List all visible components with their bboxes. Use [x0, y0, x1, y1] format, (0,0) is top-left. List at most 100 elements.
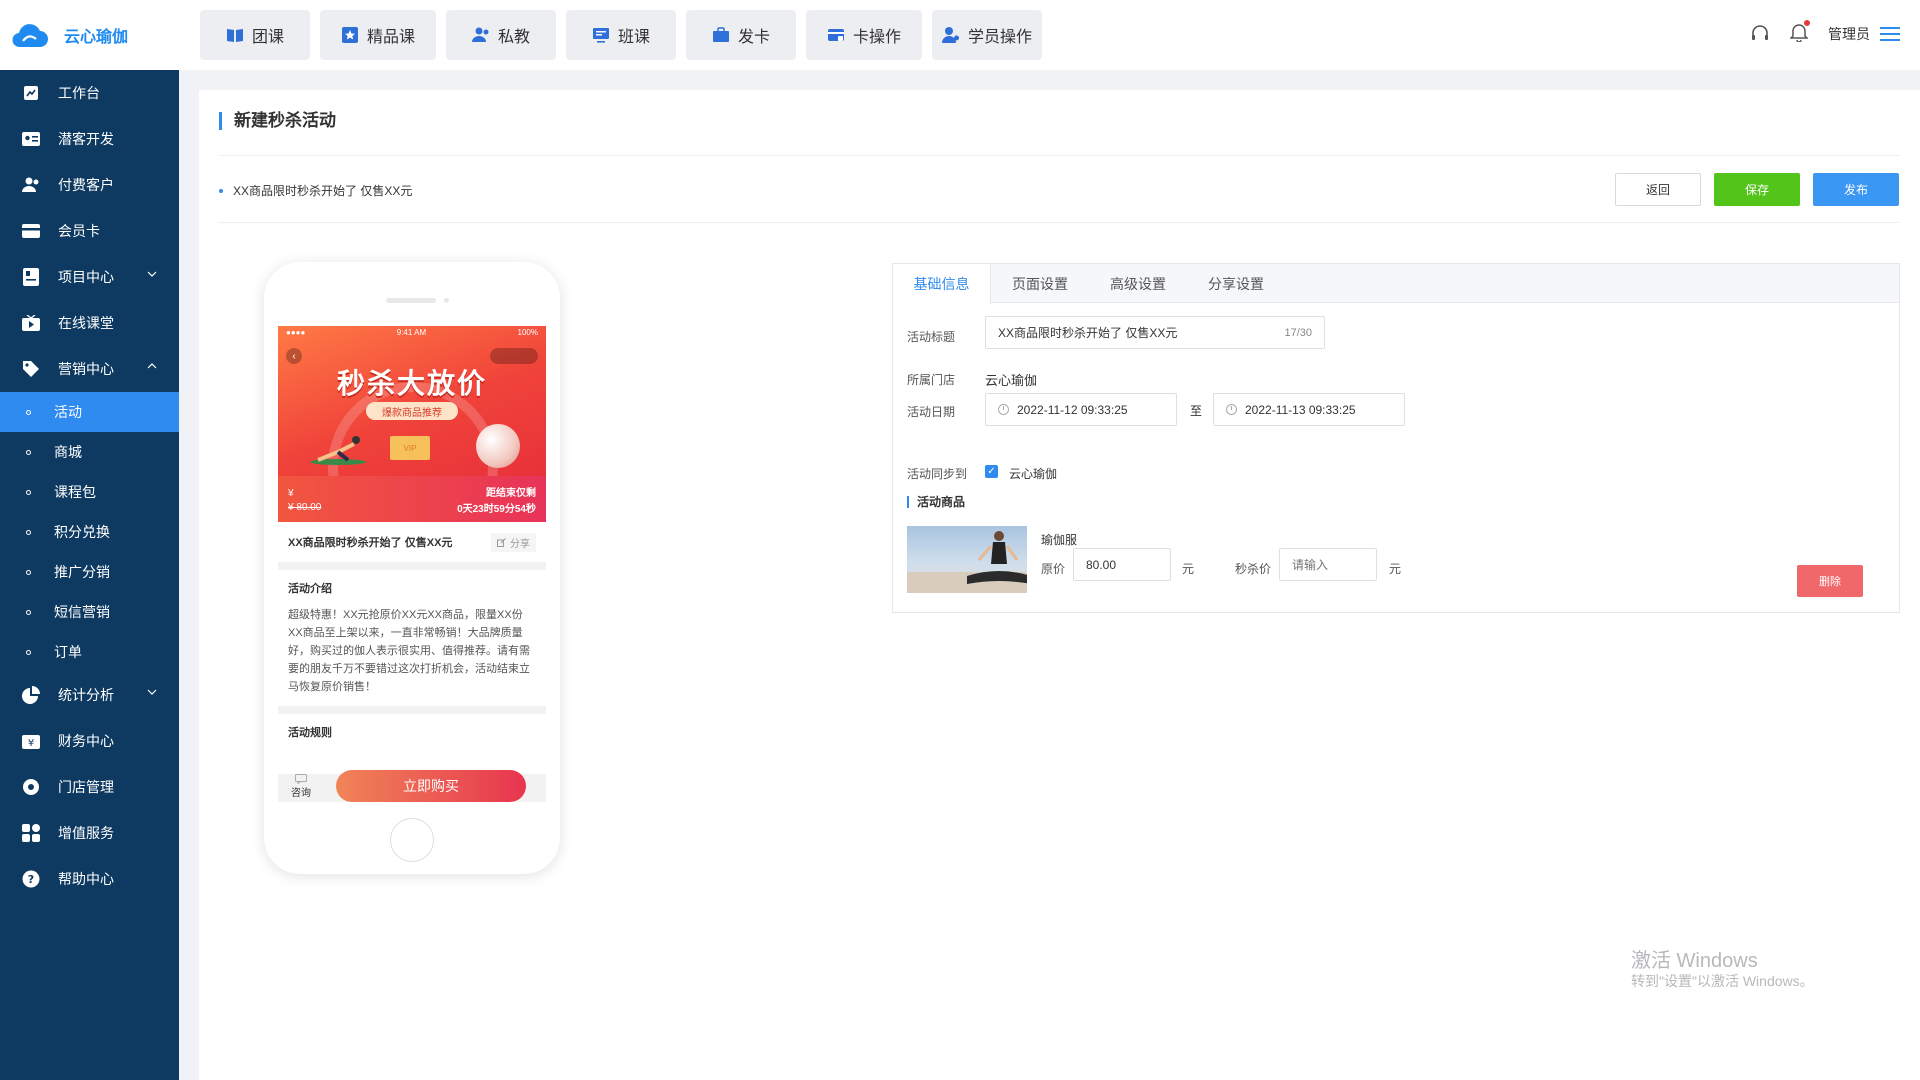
tab-page-settings[interactable]: 页面设置	[991, 264, 1089, 303]
activity-form: 基础信息 页面设置 高级设置 分享设置 活动标题 XX商品限时秒杀开始了 仅售X…	[892, 263, 1900, 613]
member-card-icon	[22, 222, 40, 240]
end-date-picker[interactable]: 2022-11-13 09:33:25	[1213, 393, 1405, 426]
header-actions: 管理员	[1750, 20, 1900, 45]
start-date-picker[interactable]: 2022-11-12 09:33:25	[985, 393, 1177, 426]
tab-advanced-settings[interactable]: 高级设置	[1089, 264, 1187, 303]
sidebar-subitem-orders[interactable]: 订单	[0, 632, 179, 672]
monitor-icon	[592, 28, 609, 43]
sync-checkbox[interactable]: ✓	[985, 465, 998, 478]
chevron-down-icon	[147, 689, 157, 695]
briefcase-icon	[712, 27, 729, 42]
publish-button[interactable]: 发布	[1813, 173, 1899, 206]
sidebar-item-statistics[interactable]: 统计分析	[0, 672, 179, 718]
sidebar-item-member-card[interactable]: 会员卡	[0, 208, 179, 254]
sidebar-item-prospect[interactable]: 潜客开发	[0, 116, 179, 162]
sidebar-subitem-label: 活动	[54, 404, 82, 420]
topnav-private-class[interactable]: 私教	[446, 10, 556, 60]
phone-status-bar: ●●●● 9:41 AM 100%	[278, 328, 546, 337]
title-label: 活动标题	[907, 330, 956, 344]
bullet-icon	[26, 489, 31, 495]
top-nav: 团课 精品课 私教 班课 发卡 卡操作 学员操作	[200, 10, 1042, 60]
sidebar-item-paid-customers[interactable]: 付费客户	[0, 162, 179, 208]
intro-text: 超级特惠！XX元抢原价XX元XX商品，限量XX份 XX商品至上架以来，一直非常畅…	[288, 609, 530, 693]
delete-product-button[interactable]: 删除	[1797, 565, 1863, 597]
chevron-down-icon	[147, 271, 157, 277]
original-price-value: 80.00	[296, 502, 322, 513]
topnav-label: 卡操作	[852, 29, 901, 46]
topnav-card-operation[interactable]: 卡操作	[806, 10, 922, 60]
brand-name: 云心瑜伽	[64, 29, 129, 46]
sidebar-item-dashboard[interactable]: 工作台	[0, 70, 179, 116]
sidebar-item-marketing-center[interactable]: 营销中心	[0, 346, 179, 392]
tab-share-settings[interactable]: 分享设置	[1187, 264, 1285, 303]
top-bar: 团课 精品课 私教 班课 发卡 卡操作 学员操作 管理员	[179, 0, 1920, 70]
apps-icon	[22, 824, 40, 842]
yuan-unit: 元	[1182, 562, 1195, 576]
banner-subtitle: 爆款商品推荐	[366, 402, 458, 420]
menu-icon[interactable]	[1880, 26, 1900, 42]
topnav-class-course[interactable]: 班课	[566, 10, 676, 60]
save-button[interactable]: 保存	[1714, 173, 1800, 206]
sidebar-item-label: 付费客户	[58, 177, 114, 193]
phone-preview: ●●●● 9:41 AM 100% ‹ 秒杀大放价 爆款商品推荐 VIP ¥ ¥…	[264, 262, 560, 874]
signal-icon: ●●●●	[286, 328, 306, 337]
phone-camera	[444, 298, 449, 303]
divider	[219, 155, 1900, 156]
title-input[interactable]: XX商品限时秒杀开始了 仅售XX元 17/30	[985, 316, 1325, 349]
original-price-input[interactable]: 80.00	[1073, 548, 1171, 581]
sidebar-item-label: 工作台	[58, 85, 100, 101]
end-date-value: 2022-11-13 09:33:25	[1245, 402, 1356, 417]
sidebar-item-value-added[interactable]: 增值服务	[0, 810, 179, 856]
topnav-group-class[interactable]: 团课	[200, 10, 310, 60]
sync-option-label: 云心瑜伽	[1009, 467, 1058, 481]
topnav-student-operation[interactable]: 学员操作	[932, 10, 1042, 60]
sidebar-subitem-label: 订单	[54, 644, 82, 660]
back-button[interactable]: 返回	[1615, 173, 1701, 206]
topnav-label: 私教	[497, 29, 530, 46]
consult-button[interactable]: 咨询	[278, 773, 324, 799]
sidebar-subitem-mall[interactable]: 商城	[0, 432, 179, 472]
store-icon	[22, 778, 40, 796]
buy-now-button[interactable]: 立即购买	[336, 770, 526, 802]
intro-title: 活动介绍	[288, 583, 332, 595]
sidebar: 云心瑜伽 工作台 潜客开发 付费客户 会员卡 项目中心 在线课堂 营销中心 活动…	[0, 0, 179, 1080]
share-label: 分享	[510, 538, 530, 550]
sidebar-subitem-sms-marketing[interactable]: 短信营销	[0, 592, 179, 632]
topnav-issue-card[interactable]: 发卡	[686, 10, 796, 60]
sidebar-item-online-class[interactable]: 在线课堂	[0, 300, 179, 346]
sidebar-subitem-course-package[interactable]: 课程包	[0, 472, 179, 512]
cloud-logo-icon	[12, 24, 48, 48]
sidebar-subitem-activity[interactable]: 活动	[0, 392, 179, 432]
header-user-name[interactable]: 管理员	[1828, 24, 1870, 44]
project-icon	[22, 268, 40, 286]
topnav-premium-class[interactable]: 精品课	[320, 10, 436, 60]
share-icon	[497, 537, 506, 547]
logo[interactable]: 云心瑜伽	[0, 0, 179, 70]
clock-icon	[998, 404, 1009, 415]
notification-bell[interactable]	[1789, 20, 1810, 45]
sidebar-item-help-center[interactable]: ? 帮助中心	[0, 856, 179, 902]
tab-basic-info[interactable]: 基础信息	[893, 264, 991, 304]
topnav-label: 精品课	[366, 29, 415, 46]
sidebar-item-store-management[interactable]: 门店管理	[0, 764, 179, 810]
topnav-label: 学员操作	[967, 29, 1032, 46]
sidebar-item-project-center[interactable]: 项目中心	[0, 254, 179, 300]
sidebar-subitem-distribution[interactable]: 推广分销	[0, 552, 179, 592]
original-price: ¥ 80.00	[288, 502, 321, 513]
sidebar-subitem-points-exchange[interactable]: 积分兑换	[0, 512, 179, 552]
headset-icon[interactable]	[1750, 24, 1770, 44]
customers-icon	[22, 176, 40, 194]
dashboard-icon	[22, 84, 40, 102]
original-price-input-value: 80.00	[1086, 557, 1117, 572]
seckill-price-input[interactable]	[1279, 548, 1377, 581]
sidebar-subitem-label: 课程包	[54, 484, 96, 500]
currency-symbol: ¥	[288, 488, 294, 499]
user-settings-icon	[941, 27, 959, 43]
bullet-icon	[219, 188, 223, 193]
currency-symbol: ¥	[288, 502, 294, 513]
share-button[interactable]: 分享	[491, 532, 536, 552]
topnav-label: 发卡	[737, 29, 770, 46]
bullet-icon	[26, 609, 31, 615]
yoga-figure-icon	[310, 436, 366, 465]
sidebar-item-finance[interactable]: ¥ 财务中心	[0, 718, 179, 764]
